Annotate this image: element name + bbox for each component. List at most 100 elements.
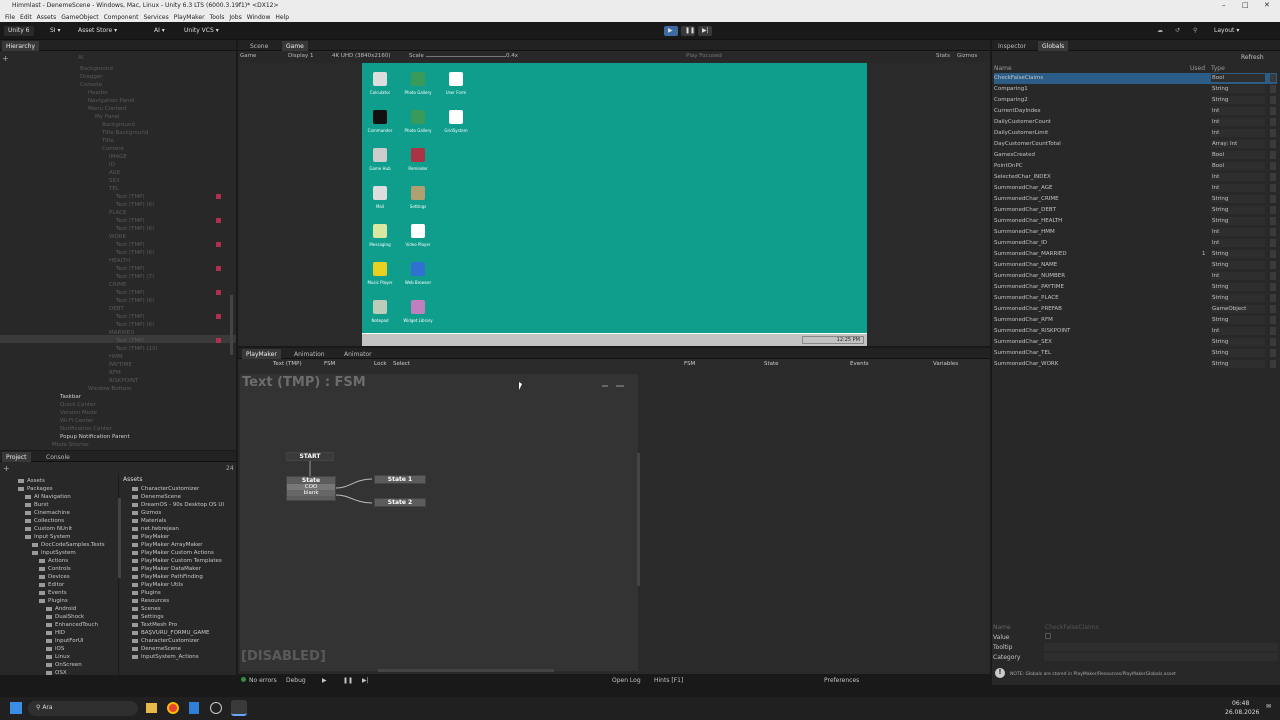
graph-menu-icon[interactable] bbox=[616, 385, 624, 387]
col-fsm[interactable]: FSM bbox=[684, 361, 695, 367]
global-variable-row[interactable]: SummonedChar_NUMBER Int bbox=[994, 271, 1277, 282]
asset-item[interactable]: net.fwbrejean bbox=[132, 526, 179, 532]
cloud-icon[interactable]: ☁ bbox=[1157, 27, 1163, 34]
tab-animator[interactable]: Animator bbox=[340, 349, 376, 359]
hierarchy-item[interactable]: Title bbox=[102, 138, 114, 144]
hierarchy-item[interactable]: Background bbox=[80, 66, 113, 72]
select-button[interactable]: Select bbox=[393, 361, 410, 367]
menu-item-file[interactable]: File bbox=[5, 14, 15, 21]
lock-toggle[interactable]: Lock bbox=[374, 361, 387, 367]
delete-global-icon[interactable] bbox=[1270, 360, 1276, 368]
fsm-state-node[interactable]: State COO blank bbox=[286, 476, 336, 501]
delete-global-icon[interactable] bbox=[1270, 316, 1276, 324]
project-folder[interactable]: Burst bbox=[25, 502, 49, 508]
event-blank[interactable]: blank bbox=[287, 490, 335, 496]
layout-dropdown[interactable]: Layout ▾ bbox=[1210, 26, 1243, 36]
desktop-app-icon[interactable]: Photo Gallery bbox=[398, 110, 438, 133]
scale-slider[interactable] bbox=[426, 56, 506, 57]
hierarchy-item[interactable]: Text (TMP) bbox=[116, 242, 145, 248]
hierarchy-item[interactable]: Text (TMP) (6) bbox=[116, 202, 154, 208]
unity-vcs-button[interactable]: Unity VCS ▾ bbox=[180, 26, 223, 36]
fsm-state1-node[interactable]: State 1 bbox=[374, 475, 426, 484]
hierarchy-item[interactable]: My Panel bbox=[95, 114, 120, 120]
delete-global-icon[interactable] bbox=[1270, 338, 1276, 346]
tab-animation[interactable]: Animation bbox=[290, 349, 329, 359]
asset-item[interactable]: DreamOS - 90s Desktop OS UI bbox=[132, 502, 224, 508]
hierarchy-item[interactable]: Content bbox=[102, 146, 124, 152]
tab-scene[interactable]: Scene bbox=[246, 41, 272, 51]
global-type-dropdown[interactable]: String bbox=[1211, 349, 1265, 357]
project-folder[interactable]: Assets bbox=[18, 478, 45, 484]
hierarchy-item[interactable]: Notification Center bbox=[60, 426, 112, 432]
unity-account-button[interactable]: Unity 6 bbox=[4, 26, 34, 36]
hierarchy-item[interactable]: Taskbar bbox=[60, 394, 81, 400]
menu-item-edit[interactable]: Edit bbox=[20, 14, 32, 21]
status-step-icon[interactable]: ▶| bbox=[362, 677, 369, 684]
project-folder[interactable]: EnhancedTouch bbox=[46, 622, 98, 628]
delete-global-icon[interactable] bbox=[1270, 85, 1276, 93]
category-dropdown[interactable] bbox=[1044, 653, 1278, 661]
global-variable-row[interactable]: SummonedChar_PAYTIME String bbox=[994, 282, 1277, 293]
hints-button[interactable]: Hints [F1] bbox=[654, 677, 683, 684]
global-variable-row[interactable]: SummonedChar_PLACE String bbox=[994, 293, 1277, 304]
desktop-app-icon[interactable]: Web Browser bbox=[398, 262, 438, 285]
global-type-dropdown[interactable]: String bbox=[1211, 250, 1265, 258]
asset-item[interactable]: PlayMaker Custom Actions bbox=[132, 550, 214, 556]
desktop-app-icon[interactable]: Messaging bbox=[360, 224, 400, 247]
delete-global-icon[interactable] bbox=[1270, 162, 1276, 170]
desktop-app-icon[interactable]: User Form bbox=[436, 72, 476, 95]
hierarchy-item[interactable]: HEALTH bbox=[109, 258, 130, 264]
hierarchy-item[interactable]: Quick Center bbox=[60, 402, 96, 408]
asset-item[interactable]: CharacterCustomizer bbox=[132, 486, 199, 492]
global-variable-row[interactable]: PointOnPC Bool bbox=[994, 161, 1277, 172]
global-type-dropdown[interactable]: Int bbox=[1211, 272, 1265, 280]
hierarchy-item[interactable]: Menu Content bbox=[88, 106, 127, 112]
global-variable-row[interactable]: SummonedChar_RISKPOINT Int bbox=[994, 326, 1277, 337]
global-type-dropdown[interactable]: String bbox=[1211, 85, 1265, 93]
status-play-icon[interactable]: ▶ bbox=[322, 677, 327, 684]
hierarchy-item[interactable]: AGE bbox=[109, 170, 120, 176]
taskbar-search[interactable]: ⚲ Ara bbox=[28, 701, 138, 716]
resolution-dropdown[interactable]: 4K UHD (3840x2160) bbox=[332, 53, 391, 59]
object-dropdown[interactable]: Text (TMP) bbox=[273, 361, 302, 367]
asset-store-button[interactable]: Asset Store ▾ bbox=[74, 26, 121, 36]
global-type-dropdown[interactable]: Int bbox=[1211, 239, 1265, 247]
project-folder[interactable]: Custom NUnit bbox=[25, 526, 72, 532]
project-folder[interactable]: InputSystem bbox=[32, 550, 76, 556]
value-checkbox[interactable] bbox=[1045, 633, 1051, 639]
asset-item[interactable]: DenemeScene bbox=[132, 494, 181, 500]
asset-item[interactable]: CharacterCustomizer bbox=[132, 638, 199, 644]
asset-item[interactable]: PlayMaker bbox=[132, 534, 169, 540]
hierarchy-item[interactable]: Text (TMP) bbox=[116, 194, 145, 200]
global-variable-row[interactable]: SummonedChar_MARRIED 1 String bbox=[994, 249, 1277, 260]
menu-item-window[interactable]: Window bbox=[247, 14, 271, 21]
global-variable-row[interactable]: SummonedChar_SEX String bbox=[994, 337, 1277, 348]
hierarchy-item[interactable]: CRIME bbox=[109, 282, 127, 288]
delete-global-icon[interactable] bbox=[1270, 239, 1276, 247]
vscode-icon[interactable] bbox=[210, 702, 222, 714]
global-type-dropdown[interactable]: Int bbox=[1211, 107, 1265, 115]
global-type-dropdown[interactable]: String bbox=[1211, 206, 1265, 214]
global-variable-row[interactable]: SummonedChar_HEALTH String bbox=[994, 216, 1277, 227]
open-log-button[interactable]: Open Log bbox=[612, 677, 641, 684]
desktop-app-icon[interactable]: Calculator bbox=[360, 72, 400, 95]
hierarchy-item[interactable]: Background bbox=[102, 122, 135, 128]
global-type-dropdown[interactable]: String bbox=[1211, 96, 1265, 104]
global-variable-row[interactable]: SummonedChar_AGE Int bbox=[994, 183, 1277, 194]
delete-global-icon[interactable] bbox=[1270, 305, 1276, 313]
project-folder[interactable]: Editor bbox=[39, 582, 64, 588]
desktop-app-icon[interactable]: Widget Library bbox=[398, 300, 438, 323]
project-folder[interactable]: Android bbox=[46, 606, 76, 612]
desktop-app-icon[interactable]: Notepad bbox=[360, 300, 400, 323]
global-type-dropdown[interactable]: Int bbox=[1211, 228, 1265, 236]
project-folder[interactable]: Input System bbox=[25, 534, 71, 540]
hierarchy-item[interactable]: SEX bbox=[109, 178, 120, 184]
desktop-app-icon[interactable]: Mail bbox=[360, 186, 400, 209]
search-icon[interactable]: ⚲ bbox=[1193, 27, 1197, 34]
global-type-dropdown[interactable]: String bbox=[1211, 316, 1265, 324]
hierarchy-item[interactable]: Text (TMP) bbox=[116, 218, 145, 224]
fsm-dropdown[interactable]: FSM bbox=[324, 361, 335, 367]
delete-global-icon[interactable] bbox=[1270, 217, 1276, 225]
global-variable-row[interactable]: SelectedChar_INDEX Int bbox=[994, 172, 1277, 183]
maximize-icon[interactable]: □ bbox=[1242, 1, 1249, 9]
